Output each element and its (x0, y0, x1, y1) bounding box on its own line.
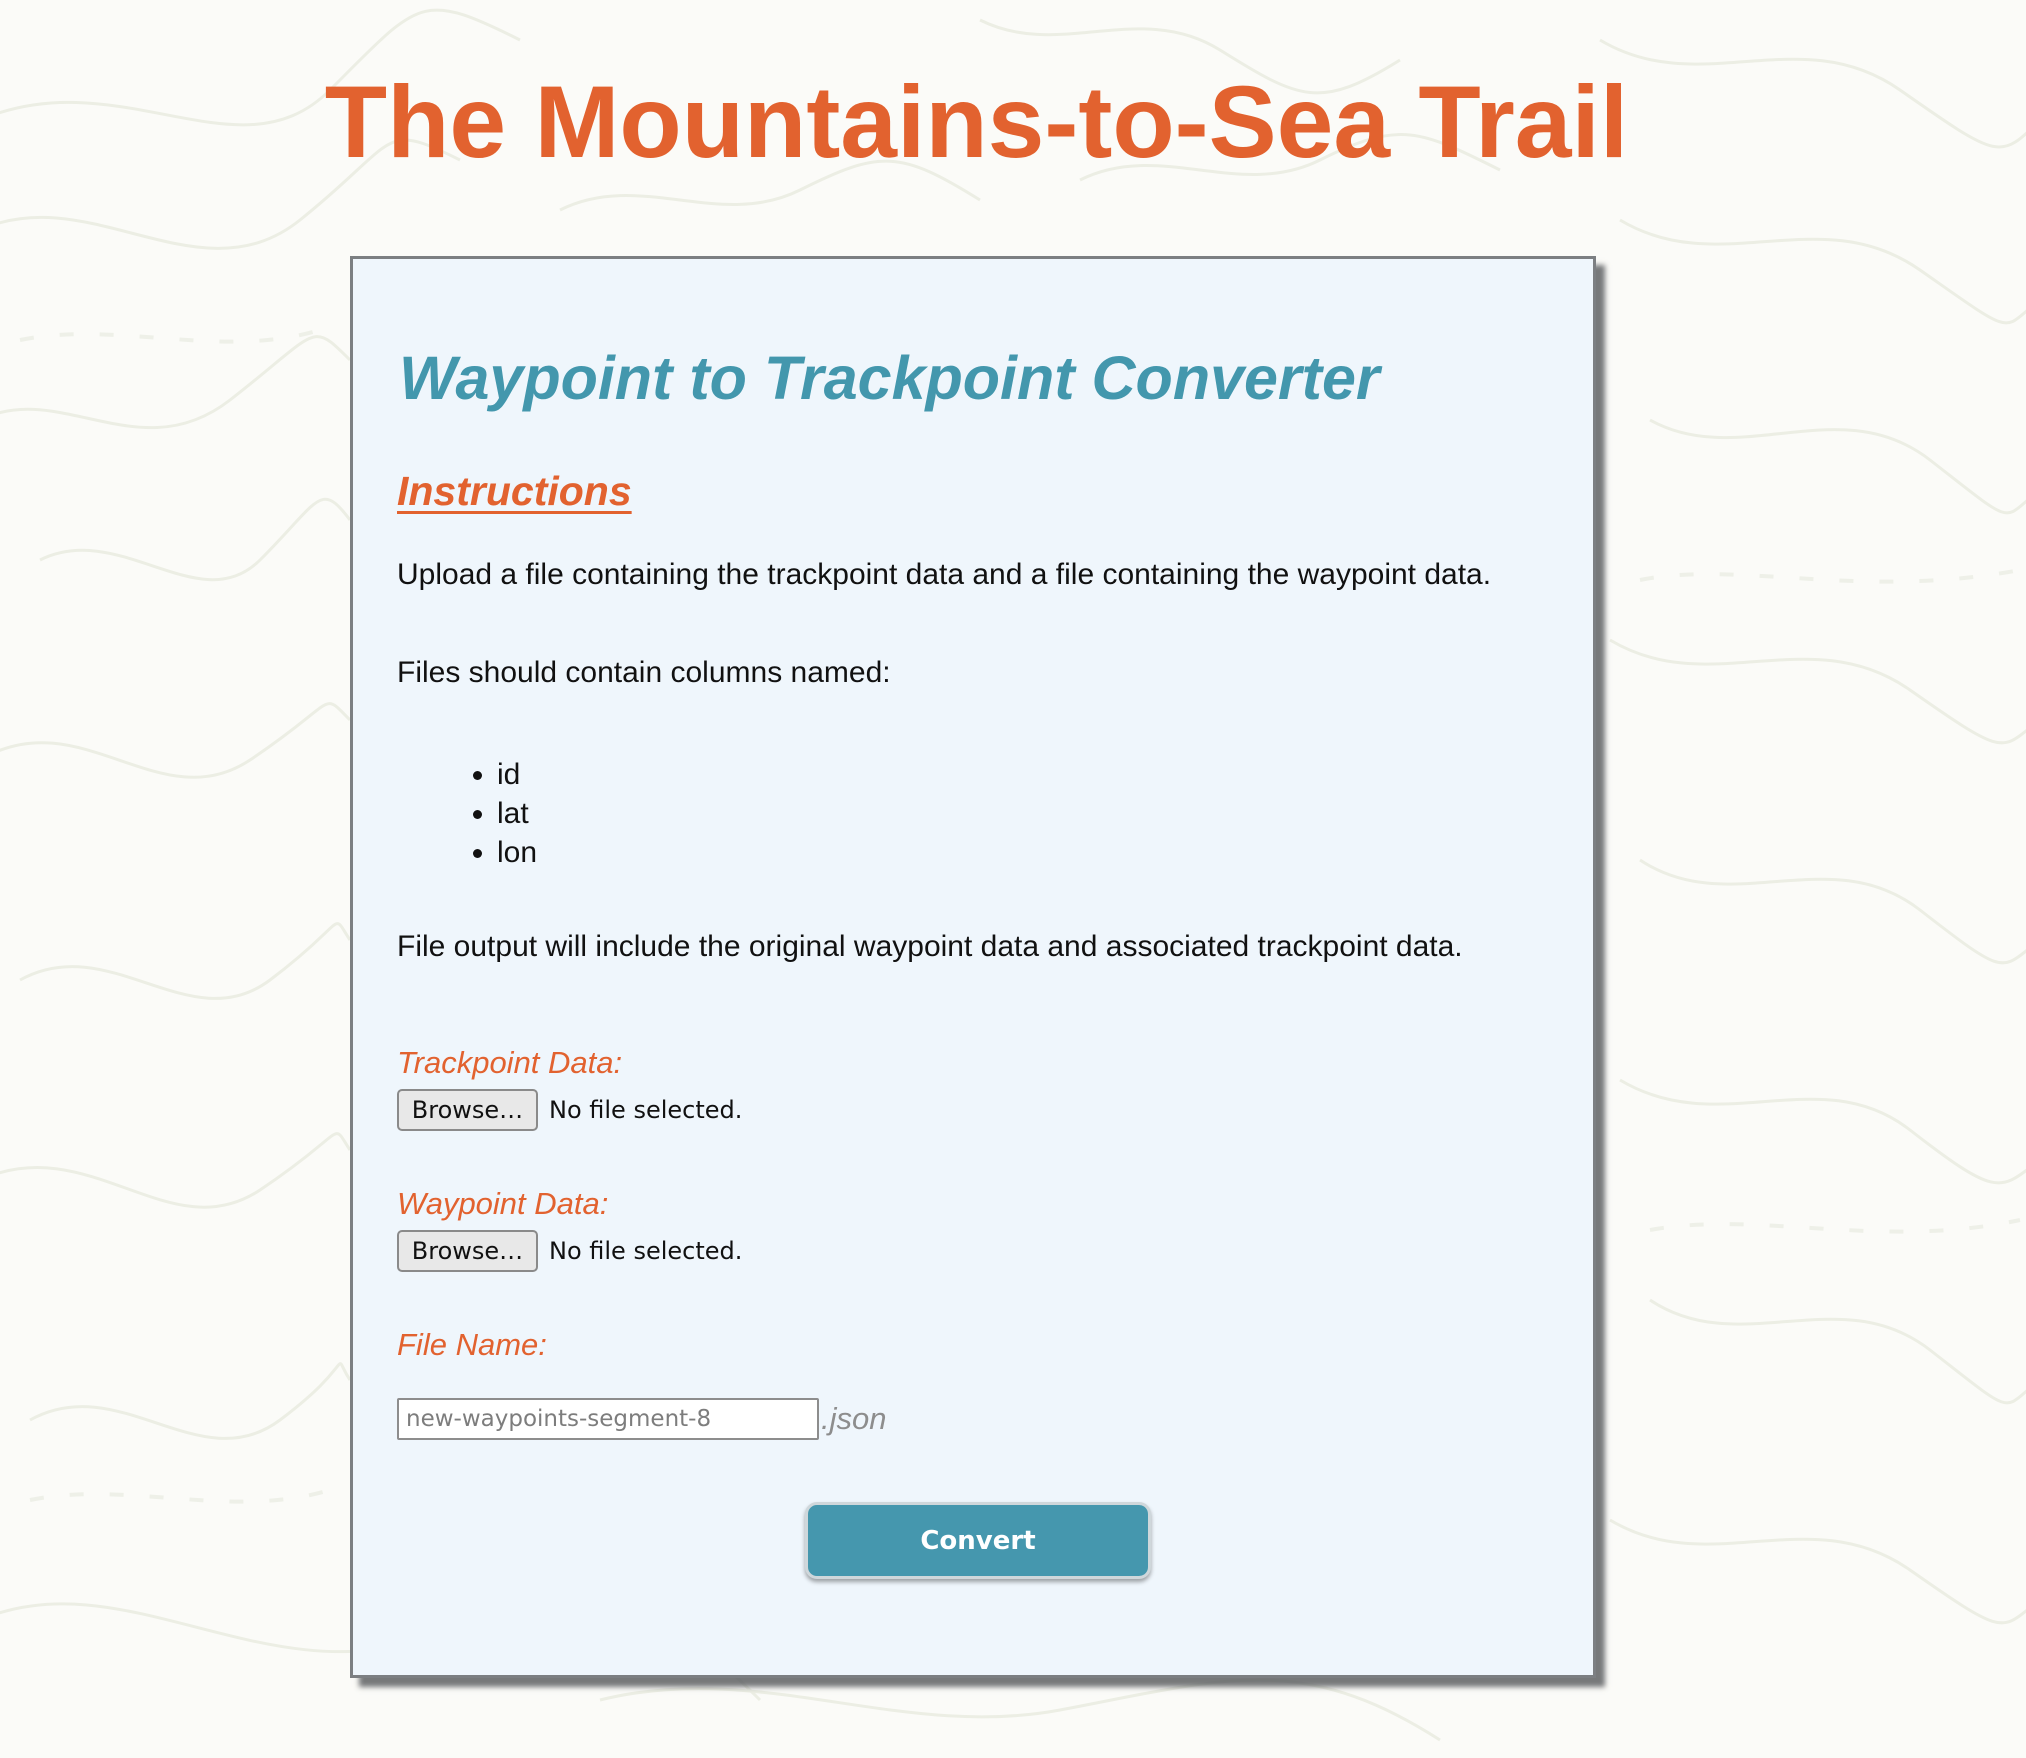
filename-label: File Name: (397, 1327, 547, 1362)
list-item: lon (497, 833, 537, 872)
trackpoint-file-status: No file selected. (549, 1096, 743, 1124)
converter-title: Waypoint to Trackpoint Converter (399, 344, 1380, 412)
filename-input[interactable] (397, 1398, 819, 1440)
file-extension: .json (821, 1401, 887, 1436)
trackpoint-label: Trackpoint Data: (397, 1045, 623, 1080)
waypoint-file-status: No file selected. (549, 1237, 743, 1265)
waypoint-file-input: Browse… No file selected. (397, 1230, 742, 1272)
trackpoint-file-input: Browse… No file selected. (397, 1089, 742, 1131)
trackpoint-browse-button[interactable]: Browse… (397, 1089, 538, 1131)
list-item: id (497, 755, 537, 794)
convert-button[interactable]: Convert (805, 1502, 1151, 1579)
columns-instruction: Files should contain columns named: (397, 656, 891, 689)
waypoint-browse-button[interactable]: Browse… (397, 1230, 538, 1272)
list-item: lat (497, 794, 537, 833)
site-title: The Mountains-to-Sea Trail (324, 65, 1629, 179)
converter-panel: Waypoint to Trackpoint Converter Instruc… (350, 256, 1596, 1678)
upload-instruction: Upload a file containing the trackpoint … (397, 558, 1492, 591)
column-list: id lat lon (397, 755, 537, 872)
output-instruction: File output will include the original wa… (397, 930, 1463, 963)
waypoint-label: Waypoint Data: (397, 1186, 609, 1221)
instructions-heading: Instructions (397, 468, 632, 514)
filename-row: .json (397, 1397, 886, 1441)
